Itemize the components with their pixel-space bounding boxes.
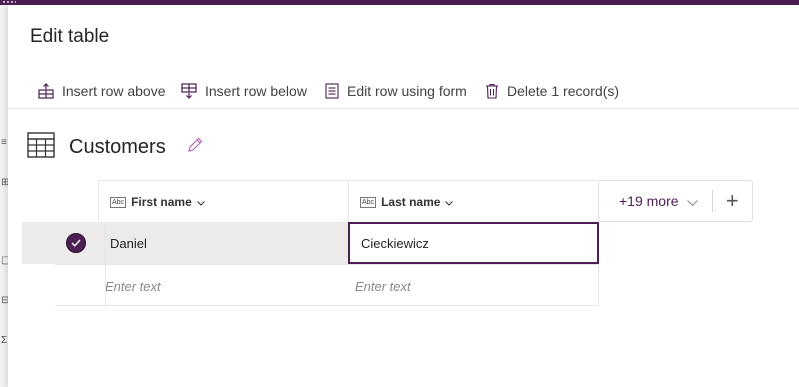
more-columns-control: +19 more + bbox=[598, 180, 753, 222]
chevron-down-icon bbox=[686, 193, 698, 209]
delete-records-label: Delete 1 record(s) bbox=[507, 83, 620, 99]
column-header-row: Abc First name Abc Last name bbox=[98, 180, 598, 223]
table-row[interactable]: Daniel Cieckiewicz bbox=[22, 222, 599, 264]
chevron-down-icon bbox=[196, 195, 205, 209]
new-row: Enter text Enter text bbox=[55, 264, 598, 306]
insert-row-below-icon bbox=[181, 83, 197, 99]
text-type-icon: Abc bbox=[110, 196, 127, 208]
toolbar: Insert row above Insert row below Edit r… bbox=[8, 73, 799, 109]
more-columns-button[interactable]: +19 more bbox=[599, 193, 712, 209]
plus-icon: + bbox=[725, 188, 739, 213]
column-header-last-name[interactable]: Abc Last name bbox=[360, 181, 454, 223]
column-label: First name bbox=[131, 195, 192, 209]
table-icon bbox=[27, 132, 55, 163]
insert-row-above-button[interactable]: Insert row above bbox=[38, 79, 166, 103]
form-icon bbox=[325, 83, 339, 99]
insert-row-above-icon bbox=[38, 83, 54, 99]
panel-title: Edit table bbox=[30, 26, 110, 47]
table-header: Customers bbox=[27, 132, 204, 163]
cell-last-name-editing[interactable]: Cieckiewicz bbox=[348, 222, 599, 264]
chevron-down-icon bbox=[445, 195, 454, 209]
trash-icon bbox=[485, 83, 499, 99]
first-name-placeholder[interactable]: Enter text bbox=[105, 265, 161, 307]
delete-records-button[interactable]: Delete 1 record(s) bbox=[485, 79, 619, 103]
background-app: ≡ ⊞ ▢ ⊟ Σ bbox=[0, 5, 10, 387]
table-name: Customers bbox=[69, 136, 166, 158]
insert-row-below-label: Insert row below bbox=[205, 83, 307, 99]
edit-row-form-label: Edit row using form bbox=[347, 83, 467, 99]
cell-first-name[interactable]: Daniel bbox=[110, 222, 147, 264]
checkmark-icon bbox=[71, 234, 81, 252]
edit-table-panel: Edit table Insert row above Insert row b… bbox=[8, 5, 799, 387]
edit-row-form-button[interactable]: Edit row using form bbox=[325, 79, 467, 103]
edit-table-name-icon[interactable] bbox=[186, 136, 204, 159]
more-columns-label: +19 more bbox=[619, 193, 679, 209]
insert-row-above-label: Insert row above bbox=[62, 83, 166, 99]
last-name-placeholder[interactable]: Enter text bbox=[355, 265, 411, 307]
cell-last-name-value: Cieckiewicz bbox=[361, 235, 429, 251]
insert-row-below-button[interactable]: Insert row below bbox=[181, 79, 307, 103]
row-checkbox[interactable] bbox=[66, 233, 86, 253]
add-column-button[interactable]: + bbox=[713, 190, 752, 212]
column-header-first-name[interactable]: Abc First name bbox=[110, 181, 205, 223]
column-label: Last name bbox=[381, 195, 441, 209]
text-type-icon: Abc bbox=[360, 196, 377, 208]
